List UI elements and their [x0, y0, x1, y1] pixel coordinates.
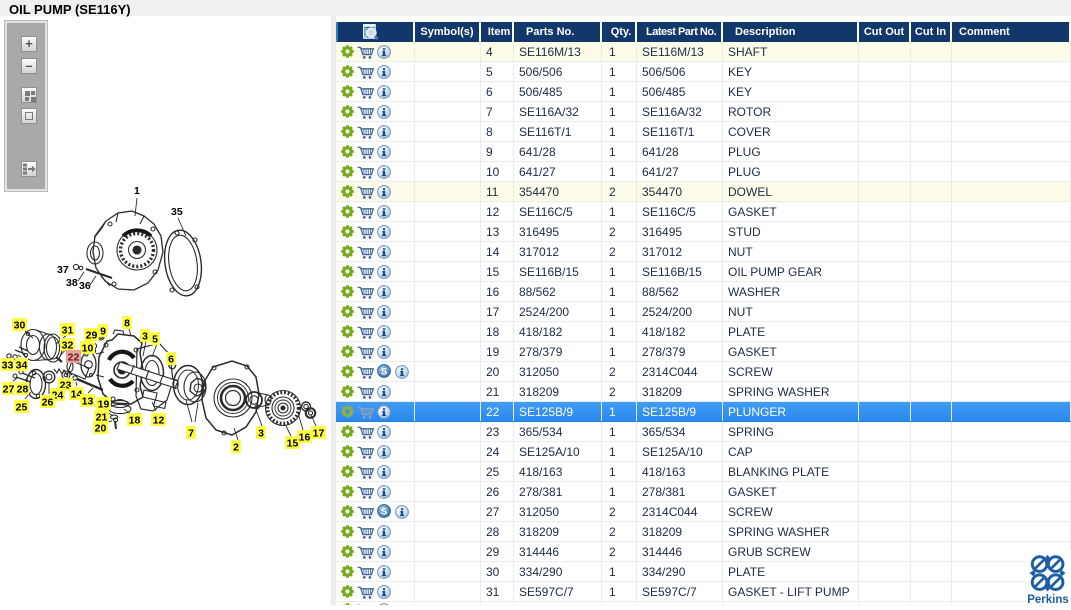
svg-text:3: 3 — [142, 331, 148, 343]
svg-text:34: 34 — [16, 360, 28, 372]
svg-text:18: 18 — [129, 415, 141, 427]
svg-text:31: 31 — [62, 325, 74, 337]
svg-text:33: 33 — [2, 360, 14, 372]
svg-text:38: 38 — [66, 277, 78, 289]
svg-text:28: 28 — [17, 384, 29, 396]
svg-text:5: 5 — [152, 334, 158, 346]
svg-text:10: 10 — [82, 343, 94, 355]
svg-text:19: 19 — [98, 399, 110, 411]
svg-text:16: 16 — [299, 432, 311, 444]
svg-text:36: 36 — [79, 280, 91, 292]
svg-text:6: 6 — [168, 354, 174, 366]
svg-text:25: 25 — [16, 402, 28, 414]
svg-text:8: 8 — [124, 318, 130, 330]
svg-text:2: 2 — [233, 442, 239, 454]
svg-text:7: 7 — [188, 428, 194, 440]
svg-text:27: 27 — [3, 384, 15, 396]
svg-text:17: 17 — [313, 428, 325, 440]
svg-text:1: 1 — [134, 185, 140, 197]
svg-text:22: 22 — [68, 352, 80, 364]
svg-text:12: 12 — [153, 415, 165, 427]
svg-text:35: 35 — [171, 206, 183, 218]
svg-text:20: 20 — [95, 423, 107, 435]
svg-text:29: 29 — [86, 330, 98, 342]
svg-text:15: 15 — [287, 438, 299, 450]
svg-text:32: 32 — [62, 340, 74, 352]
svg-text:13: 13 — [82, 396, 94, 408]
svg-text:26: 26 — [42, 397, 54, 409]
svg-text:9: 9 — [100, 326, 106, 338]
svg-text:30: 30 — [14, 320, 26, 332]
svg-text:Perkins: Perkins — [1027, 594, 1069, 605]
svg-text:3: 3 — [258, 428, 264, 440]
svg-text:37: 37 — [57, 264, 69, 276]
